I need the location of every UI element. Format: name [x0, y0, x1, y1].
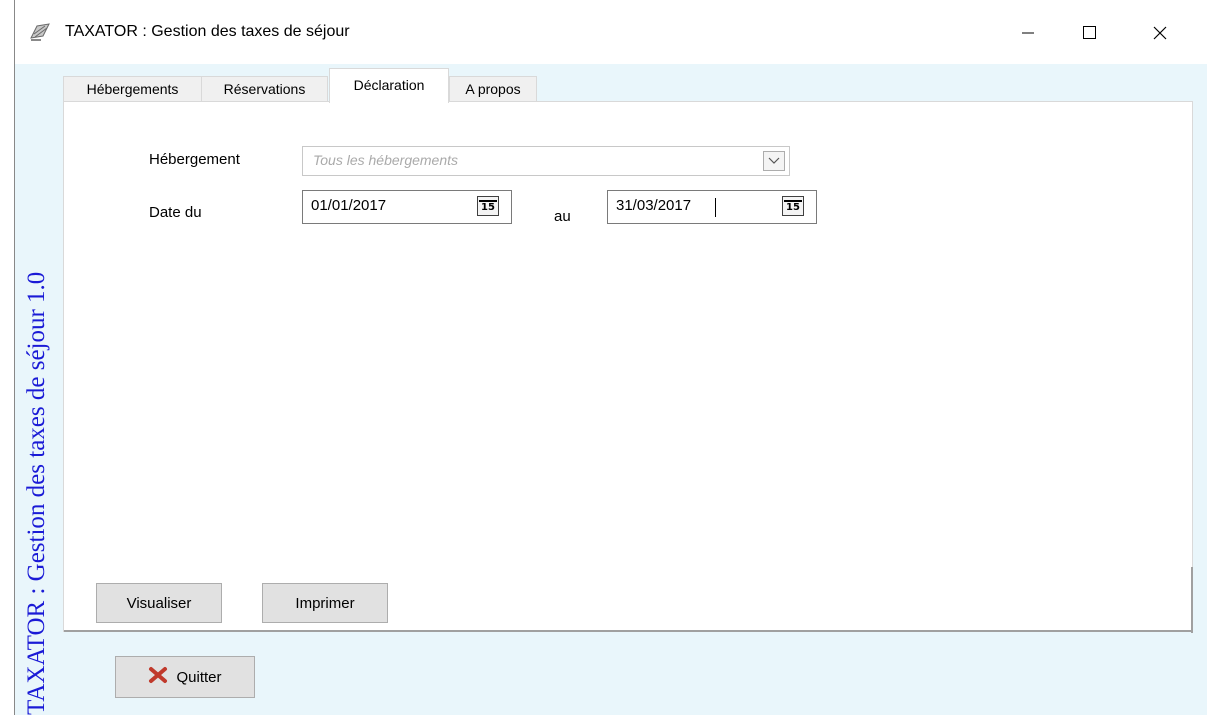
- side-banner: TAXATOR : Gestion des taxes de séjour 1.…: [15, 64, 59, 715]
- tab-declaration[interactable]: Déclaration: [329, 68, 449, 103]
- au-label: au: [554, 208, 571, 225]
- date-to-field[interactable]: 31/03/2017 15: [607, 190, 817, 224]
- app-window: TAXATOR : Gestion des taxes de séjour TA…: [14, 0, 1207, 715]
- visualiser-button[interactable]: Visualiser: [96, 583, 222, 623]
- calendar-icon[interactable]: 15: [477, 196, 499, 216]
- hebergement-select-value: Tous les hébergements: [313, 152, 459, 168]
- close-icon: [148, 666, 168, 688]
- panel-edge: [1191, 567, 1193, 633]
- tab-hebergements[interactable]: Hébergements: [63, 76, 202, 102]
- chevron-down-icon[interactable]: [763, 151, 785, 171]
- tab-reservations[interactable]: Réservations: [201, 76, 328, 102]
- window-title: TAXATOR : Gestion des taxes de séjour: [65, 23, 350, 40]
- quit-button[interactable]: Quitter: [115, 656, 255, 698]
- date-from-value: 01/01/2017: [311, 197, 387, 214]
- close-button[interactable]: [1137, 14, 1183, 52]
- date-du-label: Date du: [149, 204, 202, 221]
- quit-label: Quitter: [176, 668, 222, 686]
- app-icon: [29, 22, 51, 42]
- title-bar: TAXATOR : Gestion des taxes de séjour: [15, 0, 1207, 64]
- hebergement-select[interactable]: Tous les hébergements: [302, 146, 790, 176]
- date-from-field[interactable]: 01/01/2017 15: [302, 190, 512, 224]
- tab-a-propos[interactable]: A propos: [449, 76, 537, 102]
- panel-edge: [64, 630, 1192, 632]
- text-caret: [715, 198, 716, 217]
- hebergement-label: Hébergement: [149, 151, 240, 168]
- imprimer-button[interactable]: Imprimer: [262, 583, 388, 623]
- date-to-value: 31/03/2017: [616, 197, 692, 214]
- client-area: Hébergements Réservations Déclaration A …: [59, 64, 1207, 715]
- declaration-panel: Hébergement Tous les hébergements Date d…: [63, 101, 1193, 633]
- side-banner-text: TAXATOR : Gestion des taxes de séjour 1.…: [23, 271, 50, 715]
- minimize-button[interactable]: [1005, 14, 1051, 52]
- maximize-button[interactable]: [1067, 14, 1113, 52]
- calendar-icon[interactable]: 15: [782, 196, 804, 216]
